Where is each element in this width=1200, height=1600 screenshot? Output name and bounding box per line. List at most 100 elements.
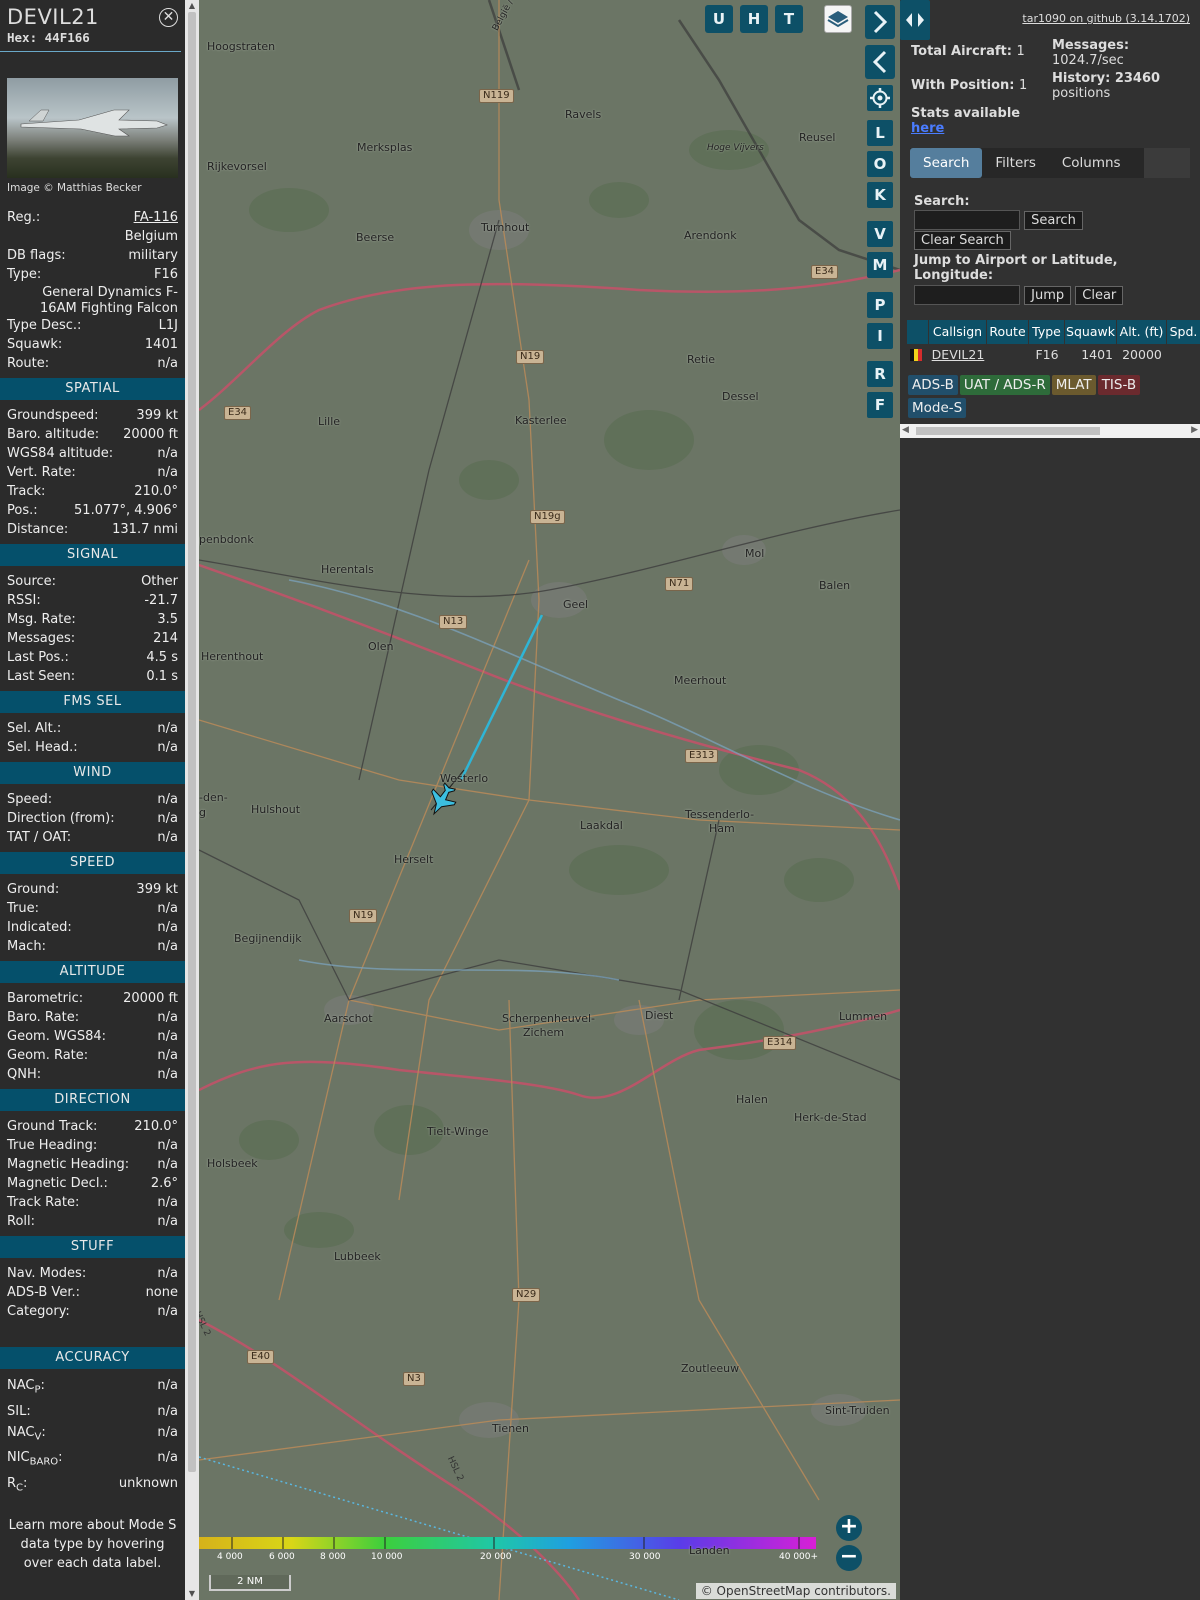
scroll-thumb[interactable]: [188, 12, 196, 1472]
info-row: Sel. Head.: n/a: [7, 738, 178, 757]
info-row: Reg.: FA-116: [7, 208, 178, 227]
info-label-text: Geom. WGS84:: [7, 1029, 107, 1044]
info-label-text: WGS84 altitude:: [7, 446, 114, 461]
place-label: Meerhout: [674, 674, 727, 687]
col-route[interactable]: Route: [987, 320, 1029, 344]
info-value: n/a: [157, 1403, 178, 1419]
layers-icon[interactable]: [824, 5, 852, 33]
scroll-right-icon[interactable]: ▶: [1191, 425, 1198, 435]
col-type[interactable]: Type: [1029, 320, 1065, 344]
toggle-sidebar-icon[interactable]: [900, 0, 930, 40]
zoom-in-button[interactable]: +: [836, 1515, 862, 1541]
tab-search[interactable]: Search: [910, 148, 983, 178]
jump-button[interactable]: Jump: [1024, 285, 1072, 305]
toggle-l-button[interactable]: L: [867, 120, 893, 146]
map-canvas[interactable]: Hoogstraten Merksplas Ravels Reusel Rijkevor…: [199, 0, 900, 1600]
place-label: Herentals: [321, 563, 374, 576]
info-row: Nav. Modes: n/a: [7, 1264, 178, 1283]
aircraft-info-panel: DEVIL21 Hex: 44F166 ✕ Image © Matthias B…: [0, 0, 185, 1600]
info-label: Mach:: [7, 937, 46, 956]
stats-here-link[interactable]: here: [911, 121, 944, 136]
toggle-f-button[interactable]: F: [867, 392, 893, 418]
place-label: Diest: [645, 1009, 674, 1022]
place-label: Halen: [736, 1093, 768, 1106]
altitude-tick-label: 10 000: [371, 1552, 403, 1562]
info-value: 210.0°: [134, 484, 178, 499]
row-type: F16: [1035, 347, 1059, 362]
scroll-up-icon[interactable]: ▲: [185, 0, 199, 12]
info-row: Last Seen: 0.1 s: [7, 667, 178, 686]
info-value: 3.5: [157, 612, 178, 627]
info-label: Type:: [7, 267, 42, 282]
info-label: Indicated:: [7, 918, 72, 937]
info-row: Pos.: 51.077°, 4.906°: [7, 501, 178, 520]
info-label-text: NIC: [7, 1450, 30, 1466]
search-input[interactable]: [914, 210, 1020, 230]
search-button[interactable]: Search: [1024, 210, 1083, 230]
osm-link[interactable]: OpenStreetMap: [717, 1584, 811, 1598]
messages-label: Messages:: [1052, 38, 1130, 53]
zoom-out-button[interactable]: −: [836, 1545, 862, 1571]
source-legend: ADS-B UAT / ADS-R MLAT TIS-B Mode-S: [908, 375, 1168, 421]
section-rows: Speed: n/a Direction (from): n/a TAT / OAT: n…: [0, 790, 185, 847]
belgium-flag-icon: [907, 344, 929, 366]
tab-filters[interactable]: Filters: [982, 148, 1048, 178]
col-speed[interactable]: Spd.: [1167, 320, 1200, 344]
road-label: N3: [403, 1372, 425, 1386]
tab-columns[interactable]: Columns: [1049, 148, 1134, 178]
aircraft-photo[interactable]: [7, 78, 178, 178]
table-hscrollbar[interactable]: ◀ ▶: [900, 424, 1200, 438]
toggle-o-button[interactable]: O: [867, 151, 893, 177]
info-scrollbar[interactable]: ▲ ▼: [185, 0, 199, 1600]
total-aircraft-value: 1: [1016, 44, 1025, 59]
info-label: Source:: [7, 572, 56, 591]
toggle-m-button[interactable]: M: [867, 252, 893, 278]
col-callsign[interactable]: Callsign: [929, 320, 987, 344]
info-label-text: Magnetic Heading:: [7, 1157, 130, 1172]
info-label: QNH:: [7, 1065, 41, 1084]
toggle-r-button[interactable]: R: [867, 361, 893, 387]
toggle-p-button[interactable]: P: [867, 292, 893, 318]
toggle-v-button[interactable]: V: [867, 221, 893, 247]
row-callsign[interactable]: DEVIL21: [929, 344, 987, 366]
jump-input[interactable]: [914, 285, 1020, 305]
scroll-down-icon[interactable]: ▼: [185, 1588, 199, 1600]
toggle-i-button[interactable]: I: [867, 323, 893, 349]
toggle-h-button[interactable]: H: [740, 5, 768, 33]
clear-search-button[interactable]: Clear Search: [914, 231, 1011, 250]
gear-icon[interactable]: [867, 85, 893, 111]
chevron-right-icon[interactable]: [865, 5, 895, 39]
chevron-left-icon[interactable]: [865, 45, 895, 79]
toggle-k-button[interactable]: K: [867, 182, 893, 208]
table-row[interactable]: DEVIL21 F16 1401 20000: [907, 344, 1200, 366]
toggle-t-button[interactable]: T: [775, 5, 803, 33]
info-label: Barometric:: [7, 989, 83, 1008]
info-value: n/a: [157, 1214, 178, 1229]
info-label: Track:: [7, 482, 45, 501]
info-label-text: Speed:: [7, 792, 53, 807]
col-squawk[interactable]: Squawk: [1065, 320, 1117, 344]
hscroll-thumb[interactable]: [916, 427, 1100, 435]
info-label-text: NAC: [7, 1378, 35, 1393]
info-row: Source: Other: [7, 572, 178, 591]
info-value: n/a: [157, 1067, 178, 1082]
github-link[interactable]: tar1090 on github (3.14.1702): [1022, 12, 1190, 25]
info-value[interactable]: FA-116: [134, 208, 178, 227]
clear-jump-button[interactable]: Clear: [1075, 285, 1124, 305]
messages-value: 1024.7/sec: [1052, 53, 1124, 68]
col-flag[interactable]: [907, 320, 929, 344]
row-speed: [1167, 344, 1200, 366]
col-alt[interactable]: Alt. (ft): [1117, 320, 1167, 344]
info-value: n/a: [157, 1138, 178, 1153]
place-label: g: [199, 806, 206, 819]
toggle-u-button[interactable]: U: [705, 5, 733, 33]
info-row: Messages: 214: [7, 629, 178, 648]
scroll-left-icon[interactable]: ◀: [902, 425, 909, 435]
close-icon[interactable]: ✕: [159, 8, 178, 27]
learn-more-text: Learn more about Mode S data type by hov…: [8, 1518, 177, 1572]
place-label: Scherpenheuvel-: [502, 1012, 596, 1025]
section-header: FMS SEL: [0, 691, 185, 713]
info-label-text: Baro. altitude:: [7, 427, 100, 442]
place-label: Landen: [689, 1544, 730, 1557]
info-value: 399 kt: [136, 882, 178, 897]
